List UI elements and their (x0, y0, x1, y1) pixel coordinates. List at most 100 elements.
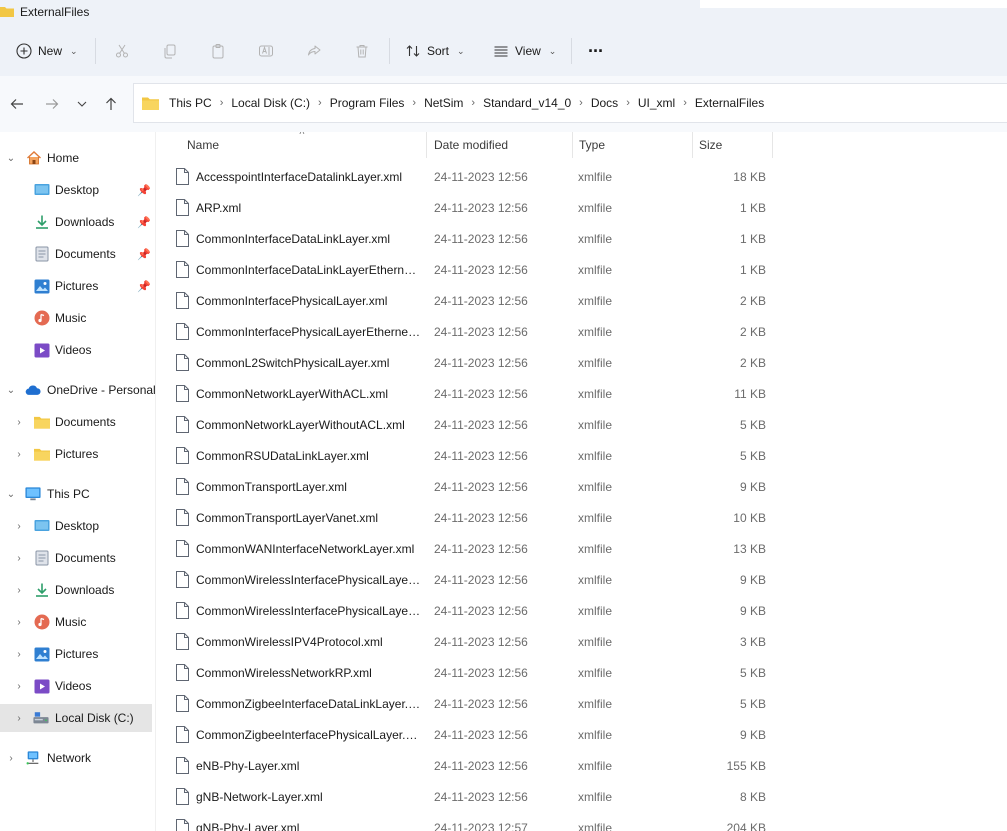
chevron-right-icon[interactable]: › (14, 449, 24, 460)
file-name-cell[interactable]: CommonInterfaceDataLinkLayerEthernet... (176, 254, 421, 285)
sidebar-item-documents[interactable]: Documents 📌 (0, 240, 155, 268)
file-name-cell[interactable]: eNB-Phy-Layer.xml (176, 750, 421, 781)
sidebar-item-pc-downloads[interactable]: › Downloads (0, 576, 155, 604)
column-header-size[interactable]: Size (699, 132, 769, 158)
breadcrumb-ui-xml[interactable]: UI_xml (638, 96, 675, 110)
table-row[interactable]: CommonNetworkLayerWithACL.xml 24-11-2023 … (156, 378, 1007, 409)
file-name-cell[interactable]: CommonZigbeeInterfacePhysicalLayer.x... (176, 719, 421, 750)
table-row[interactable]: CommonWirelessInterfacePhysicalLayer... 2… (156, 595, 1007, 626)
address-bar[interactable]: This PC › Local Disk (C:) › Program File… (133, 83, 1007, 123)
file-name-cell[interactable]: CommonNetworkLayerWithoutACL.xml (176, 409, 421, 440)
view-button[interactable]: View ⌄ (493, 38, 556, 64)
back-button[interactable] (6, 94, 28, 114)
column-header-date[interactable]: Date modified (434, 132, 574, 158)
chevron-down-icon[interactable]: ⌄ (6, 385, 16, 396)
sidebar-item-pictures[interactable]: Pictures 📌 (0, 272, 155, 300)
breadcrumb-docs[interactable]: Docs (591, 96, 618, 110)
table-row[interactable]: CommonInterfacePhysicalLayerEthernet... 2… (156, 316, 1007, 347)
file-name-cell[interactable]: CommonZigbeeInterfaceDataLinkLayer.x... (176, 688, 421, 719)
sidebar-item-this-pc[interactable]: ⌄ This PC (0, 480, 155, 508)
file-name-cell[interactable]: gNB-Phy-Layer.xml (176, 812, 421, 831)
file-name-cell[interactable]: CommonTransportLayer.xml (176, 471, 421, 502)
breadcrumb-local-disk[interactable]: Local Disk (C:) (231, 96, 310, 110)
sort-button[interactable]: Sort ⌄ (405, 38, 465, 64)
chevron-right-icon[interactable]: › (14, 617, 24, 628)
column-header-name[interactable]: Name (187, 132, 427, 158)
table-row[interactable]: gNB-Network-Layer.xml 24-11-2023 12:56 xml… (156, 781, 1007, 812)
sidebar-item-onedrive[interactable]: ⌄ OneDrive - Personal (0, 376, 156, 404)
sidebar-item-pc-videos[interactable]: › Videos (0, 672, 155, 700)
file-name-cell[interactable]: CommonTransportLayerVanet.xml (176, 502, 421, 533)
file-name-cell[interactable]: CommonNetworkLayerWithACL.xml (176, 378, 421, 409)
chevron-right-icon[interactable]: › (14, 585, 24, 596)
sidebar-item-onedrive-pictures[interactable]: › Pictures (0, 440, 155, 468)
chevron-right-icon[interactable]: › (14, 649, 24, 660)
file-name-cell[interactable]: CommonInterfacePhysicalLayer.xml (176, 285, 421, 316)
sidebar-item-pc-desktop[interactable]: › Desktop (0, 512, 155, 540)
file-name-cell[interactable]: ARP.xml (176, 192, 421, 223)
table-row[interactable]: CommonInterfaceDataLinkLayer.xml 24-11-20… (156, 223, 1007, 254)
new-button[interactable]: New ⌄ (16, 38, 78, 64)
table-row[interactable]: CommonZigbeeInterfacePhysicalLayer.x... 2… (156, 719, 1007, 750)
table-row[interactable]: ARP.xml 24-11-2023 12:56 xmlfile 1 KB (156, 192, 1007, 223)
file-name-cell[interactable]: CommonRSUDataLinkLayer.xml (176, 440, 421, 471)
recent-locations-button[interactable] (71, 94, 93, 114)
breadcrumb-standard[interactable]: Standard_v14_0 (483, 96, 571, 110)
table-row[interactable]: CommonWANInterfaceNetworkLayer.xml 24-11-… (156, 533, 1007, 564)
file-name-cell[interactable]: CommonInterfacePhysicalLayerEthernet... (176, 316, 421, 347)
table-row[interactable]: CommonL2SwitchPhysicalLayer.xml 24-11-202… (156, 347, 1007, 378)
file-name-cell[interactable]: CommonWirelessInterfacePhysicalLayer.... (176, 564, 421, 595)
breadcrumb-program-files[interactable]: Program Files (330, 96, 405, 110)
paste-button[interactable] (207, 40, 229, 62)
delete-button[interactable] (351, 40, 373, 62)
chevron-down-icon[interactable]: ⌄ (6, 489, 16, 500)
file-name-cell[interactable]: CommonWirelessInterfacePhysicalLayer... (176, 595, 421, 626)
forward-button[interactable] (41, 94, 63, 114)
more-options-button[interactable]: ··· (588, 38, 604, 64)
table-row[interactable]: CommonTransportLayerVanet.xml 24-11-2023 … (156, 502, 1007, 533)
sidebar-item-home[interactable]: ⌄ Home (0, 144, 155, 172)
file-name-cell[interactable]: CommonWANInterfaceNetworkLayer.xml (176, 533, 421, 564)
file-name-cell[interactable]: CommonInterfaceDataLinkLayer.xml (176, 223, 421, 254)
cut-button[interactable] (111, 40, 133, 62)
sidebar-item-videos[interactable]: Videos (0, 336, 155, 364)
sidebar-item-network[interactable]: › Network (0, 744, 155, 772)
table-row[interactable]: CommonWirelessInterfacePhysicalLayer....… (156, 564, 1007, 595)
column-divider[interactable] (426, 132, 427, 158)
table-row[interactable]: AccesspointInterfaceDatalinkLayer.xml 24-… (156, 161, 1007, 192)
table-row[interactable]: CommonRSUDataLinkLayer.xml 24-11-2023 12:… (156, 440, 1007, 471)
chevron-down-icon[interactable]: ⌄ (6, 153, 16, 164)
column-divider[interactable] (772, 132, 773, 158)
rename-button[interactable] (255, 40, 277, 62)
table-row[interactable]: CommonInterfaceDataLinkLayerEthernet... 2… (156, 254, 1007, 285)
breadcrumb-external-files[interactable]: ExternalFiles (695, 96, 764, 110)
sidebar-item-local-disk[interactable]: › Local Disk (C:) (0, 704, 152, 732)
table-row[interactable]: gNB-Phy-Layer.xml 24-11-2023 12:57 xmlfile… (156, 812, 1007, 831)
file-name-cell[interactable]: AccesspointInterfaceDatalinkLayer.xml (176, 161, 421, 192)
file-name-cell[interactable]: CommonWirelessNetworkRP.xml (176, 657, 421, 688)
chevron-right-icon[interactable]: › (14, 417, 24, 428)
chevron-right-icon[interactable]: › (14, 713, 24, 724)
chevron-right-icon[interactable]: › (14, 681, 24, 692)
file-name-cell[interactable]: CommonL2SwitchPhysicalLayer.xml (176, 347, 421, 378)
sidebar-item-onedrive-documents[interactable]: › Documents (0, 408, 155, 436)
breadcrumb-this-pc[interactable]: This PC (169, 96, 212, 110)
up-button[interactable] (100, 94, 122, 114)
table-row[interactable]: CommonWirelessIPV4Protocol.xml 24-11-2023… (156, 626, 1007, 657)
sidebar-item-pc-pictures[interactable]: › Pictures (0, 640, 155, 668)
copy-button[interactable] (159, 40, 181, 62)
table-row[interactable]: CommonInterfacePhysicalLayer.xml 24-11-20… (156, 285, 1007, 316)
column-divider[interactable] (572, 132, 573, 158)
sidebar-item-pc-documents[interactable]: › Documents (0, 544, 155, 572)
file-name-cell[interactable]: gNB-Network-Layer.xml (176, 781, 421, 812)
column-header-type[interactable]: Type (579, 132, 689, 158)
sidebar-item-pc-music[interactable]: › Music (0, 608, 155, 636)
breadcrumb-netsim[interactable]: NetSim (424, 96, 463, 110)
chevron-right-icon[interactable]: › (6, 753, 16, 764)
table-row[interactable]: CommonZigbeeInterfaceDataLinkLayer.x... 2… (156, 688, 1007, 719)
column-divider[interactable] (692, 132, 693, 158)
chevron-right-icon[interactable]: › (14, 521, 24, 532)
sidebar-item-desktop[interactable]: Desktop 📌 (0, 176, 155, 204)
table-row[interactable]: CommonNetworkLayerWithoutACL.xml 24-11-20… (156, 409, 1007, 440)
table-row[interactable]: CommonWirelessNetworkRP.xml 24-11-2023 12… (156, 657, 1007, 688)
